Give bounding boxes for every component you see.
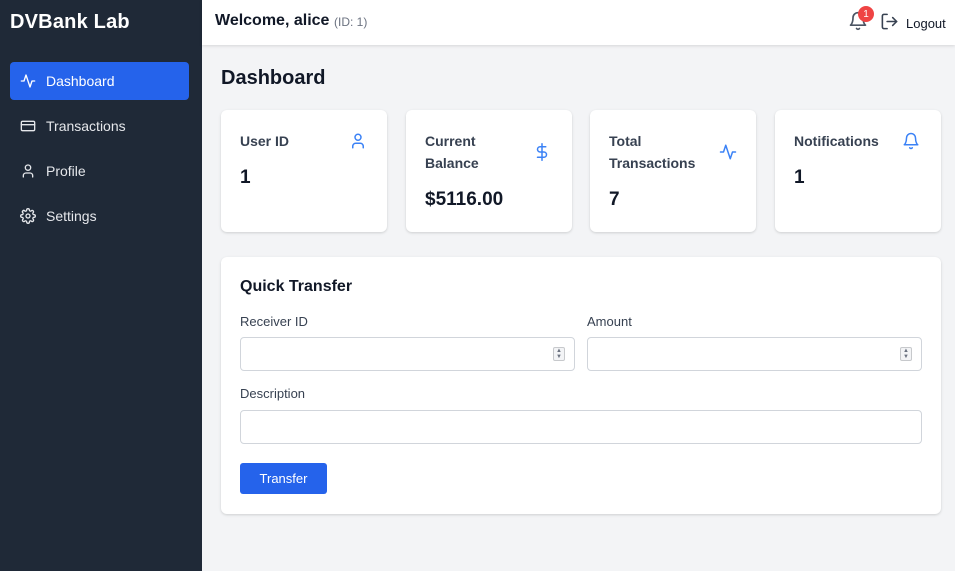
sidebar-item-profile[interactable]: Profile bbox=[10, 152, 189, 190]
receiver-id-input[interactable] bbox=[240, 337, 575, 371]
sidebar-item-label: Profile bbox=[46, 163, 86, 179]
description-label: Description bbox=[240, 386, 306, 401]
card-label: User ID bbox=[240, 133, 290, 149]
page-title: Dashboard bbox=[221, 67, 326, 89]
receiver-id-stepper[interactable]: ▲ ▼ bbox=[553, 347, 565, 361]
quick-transfer-title: Quick Transfer bbox=[240, 278, 353, 295]
sidebar-item-label: Transactions bbox=[46, 118, 126, 134]
stat-card-total-transactions: Total Transactions 7 bbox=[590, 110, 756, 232]
card-label: Current Balance bbox=[425, 133, 479, 171]
notification-badge: 1 bbox=[858, 6, 874, 22]
amount-input[interactable] bbox=[587, 337, 922, 371]
chevron-down-icon: ▼ bbox=[556, 354, 562, 360]
card-value: $5116.00 bbox=[425, 189, 504, 210]
logout-button[interactable]: Logout bbox=[880, 12, 946, 34]
sidebar-item-dashboard[interactable]: Dashboard bbox=[10, 62, 189, 100]
stat-card-current-balance: Current Balance $5116.00 bbox=[406, 110, 572, 232]
card-label: Total Transactions bbox=[609, 133, 696, 171]
card-value: 1 bbox=[240, 167, 251, 188]
credit-card-icon bbox=[20, 118, 36, 134]
activity-icon bbox=[20, 73, 36, 89]
user-id-label: (ID: 1) bbox=[334, 15, 368, 29]
receiver-id-label: Receiver ID bbox=[240, 314, 308, 329]
card-label: Notifications bbox=[794, 133, 879, 149]
card-value: 7 bbox=[609, 189, 620, 210]
transfer-button[interactable]: Transfer bbox=[240, 463, 327, 494]
activity-icon bbox=[719, 143, 737, 161]
bell-icon bbox=[902, 132, 920, 150]
sidebar-item-label: Settings bbox=[46, 208, 97, 224]
description-input[interactable] bbox=[240, 410, 922, 444]
logout-icon bbox=[880, 12, 906, 34]
brand-logo: DVBank Lab bbox=[10, 11, 130, 33]
dollar-icon bbox=[533, 143, 551, 161]
gear-icon bbox=[20, 208, 36, 224]
sidebar-nav: Dashboard Transactions Profile Settings bbox=[10, 62, 189, 242]
chevron-down-icon: ▼ bbox=[903, 354, 909, 360]
sidebar: DVBank Lab Dashboard Transactions Profil… bbox=[0, 0, 202, 571]
top-header: Welcome, alice (ID: 1) 1 Logout bbox=[202, 0, 955, 45]
logout-label: Logout bbox=[906, 15, 946, 31]
card-value: 1 bbox=[794, 167, 805, 188]
welcome-text: Welcome, alice bbox=[215, 12, 330, 29]
amount-label: Amount bbox=[587, 314, 632, 329]
quick-transfer-panel: Quick Transfer Receiver ID ▲ ▼ Amount ▲ … bbox=[221, 257, 941, 514]
amount-stepper[interactable]: ▲ ▼ bbox=[900, 347, 912, 361]
user-icon bbox=[20, 163, 36, 179]
stat-card-user-id: User ID 1 bbox=[221, 110, 387, 232]
sidebar-item-transactions[interactable]: Transactions bbox=[10, 107, 189, 145]
stat-card-notifications: Notifications 1 bbox=[775, 110, 941, 232]
sidebar-item-settings[interactable]: Settings bbox=[10, 197, 189, 235]
user-icon bbox=[349, 132, 367, 150]
sidebar-item-label: Dashboard bbox=[46, 73, 115, 89]
